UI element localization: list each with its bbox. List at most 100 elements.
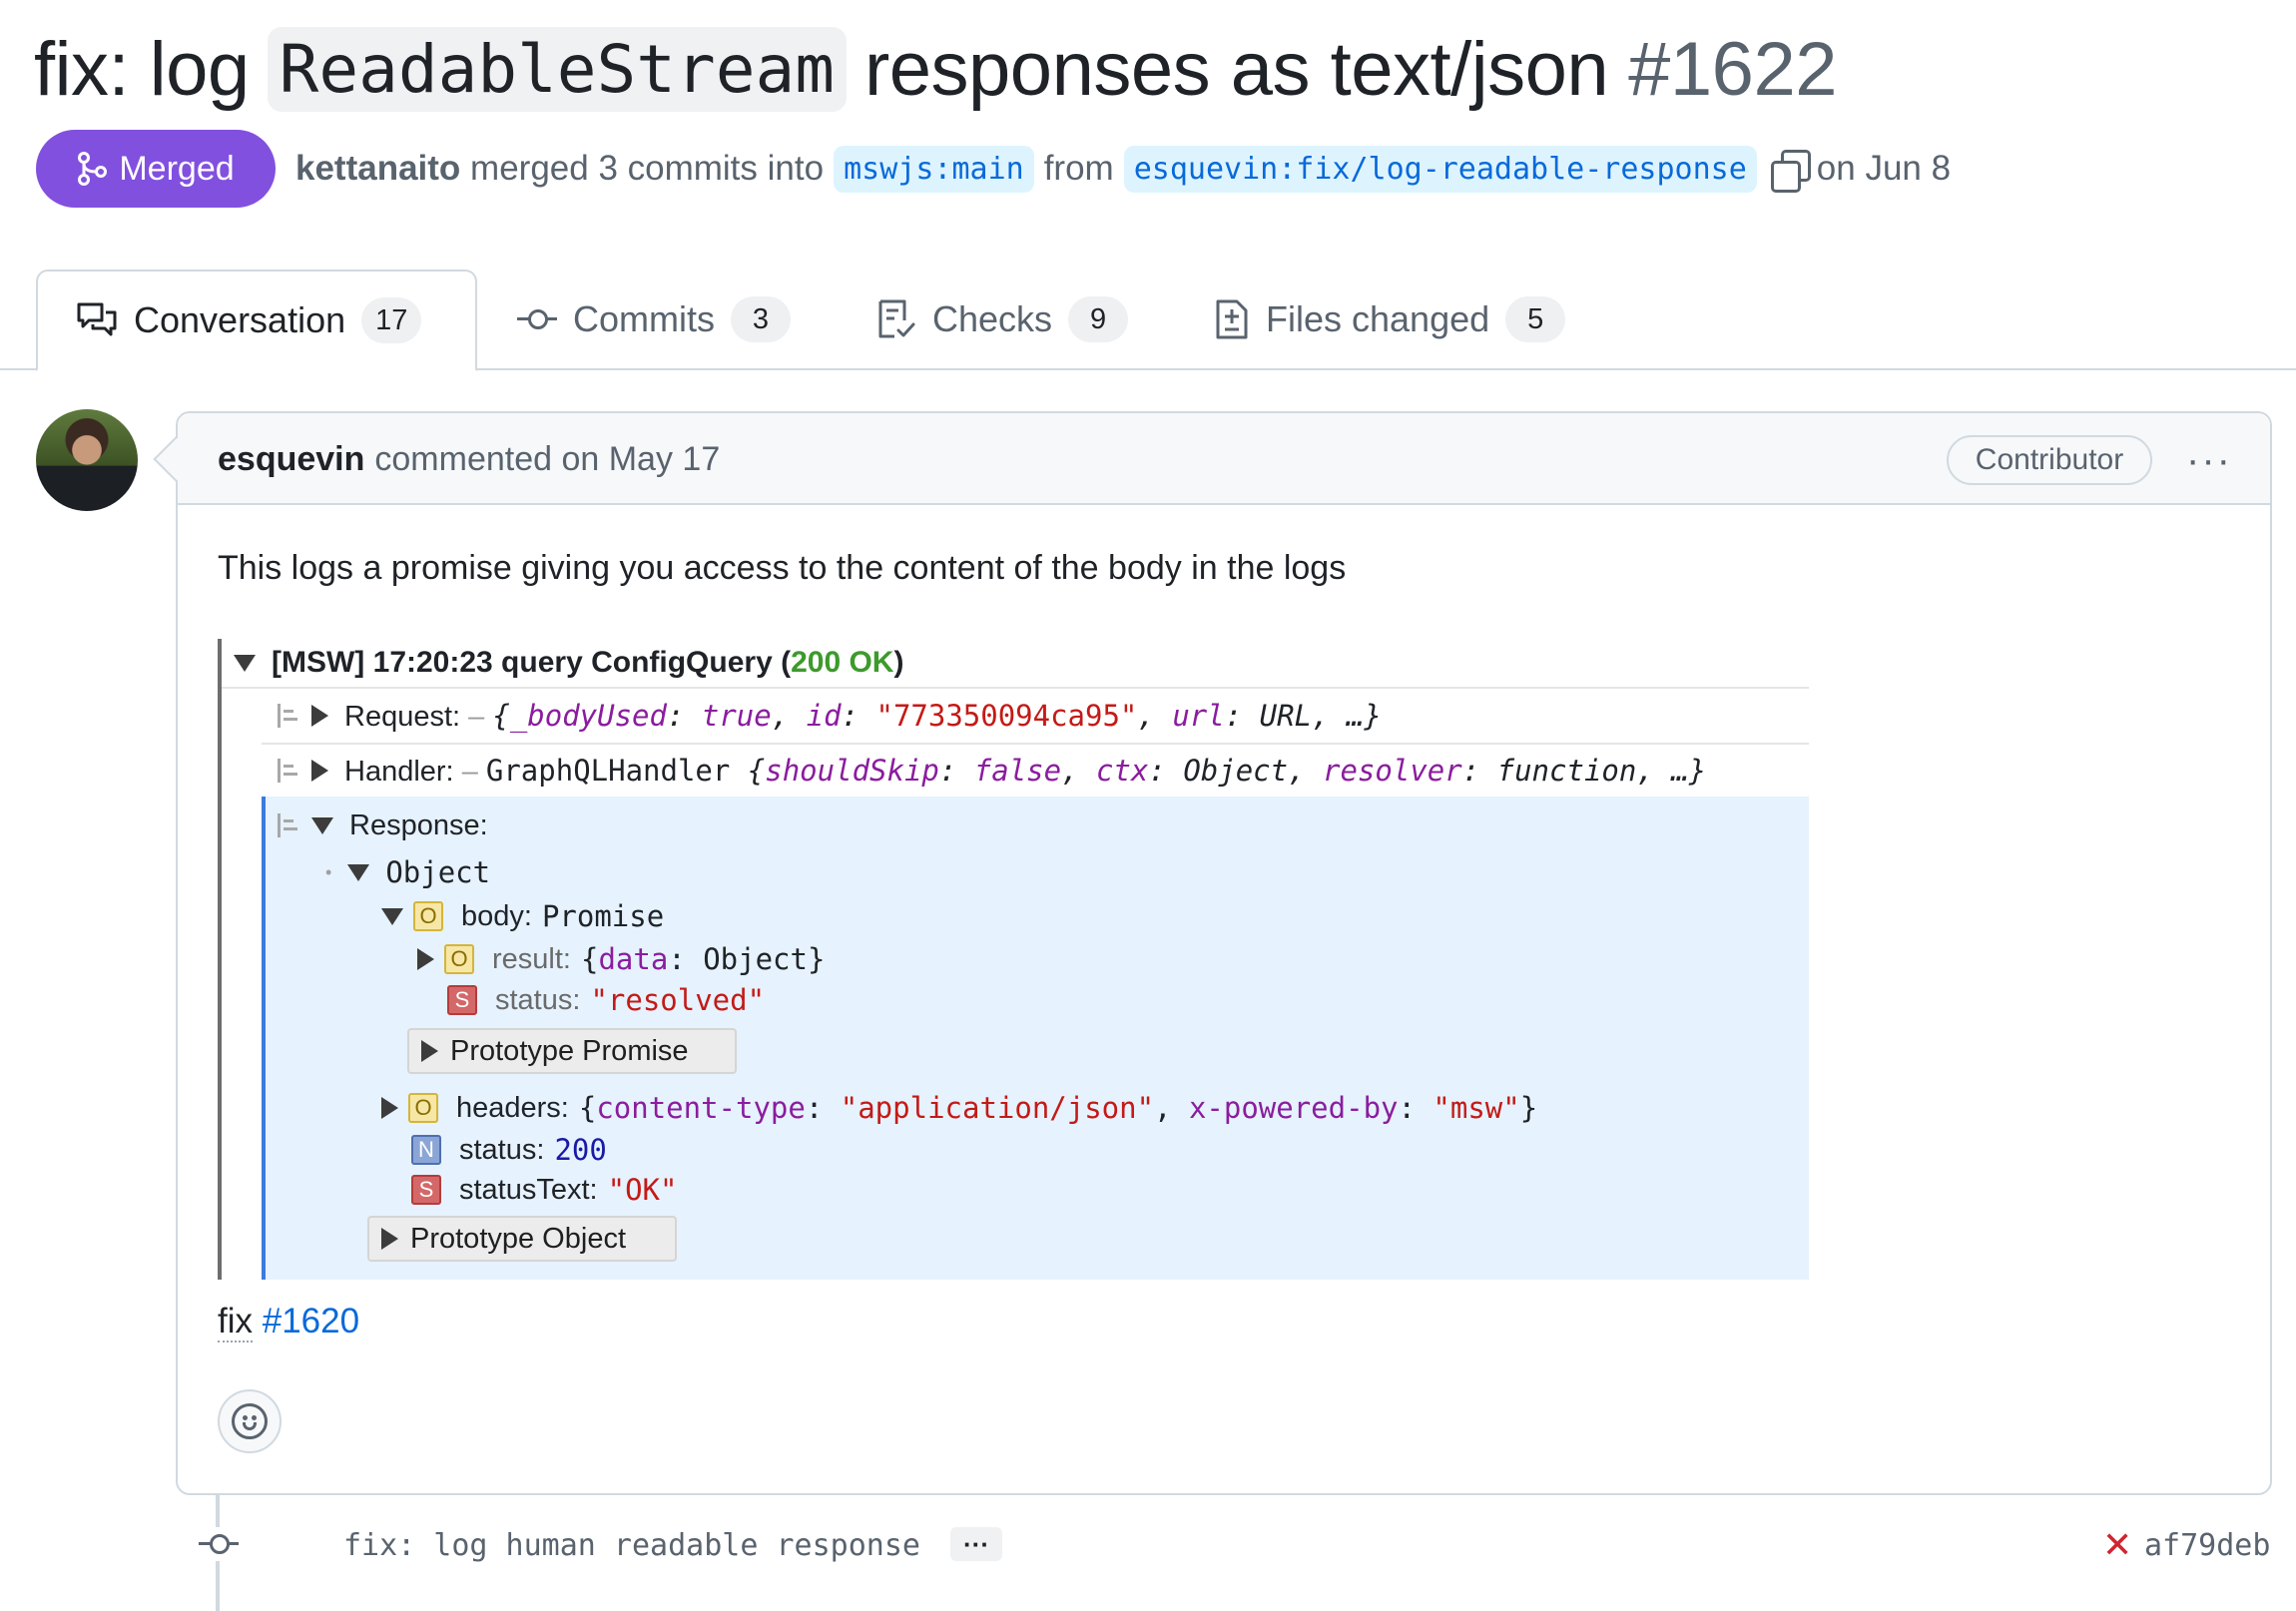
handler-label: Handler: — [344, 756, 454, 788]
handler-rest: , …} — [1636, 754, 1706, 788]
issue-link[interactable]: #1620 — [263, 1302, 359, 1341]
console-result-row: O result: {data: Object} — [222, 938, 1809, 980]
console-handler-row: Handler: – GraphQLHandler {shouldSkip: f… — [222, 745, 1809, 797]
log-group-icon — [278, 813, 295, 837]
tab-commits-count: 3 — [731, 296, 791, 342]
headers-key-1: content-type — [596, 1091, 806, 1125]
tab-conversation-label: Conversation — [134, 299, 345, 341]
result-key: result: — [492, 943, 571, 976]
base-branch[interactable]: mswjs:main — [834, 146, 1034, 193]
tab-checks-label: Checks — [932, 298, 1052, 340]
request-key-1: _bodyUsed — [510, 699, 667, 733]
request-rest: , …} — [1312, 699, 1382, 733]
result-data-value: Object — [703, 942, 808, 976]
head-branch[interactable]: esquevin:fix/log-readable-response — [1124, 146, 1757, 193]
string-type-icon: S — [411, 1175, 441, 1205]
caret-down-icon — [347, 864, 369, 881]
pr-title-prefix: fix: log — [34, 26, 250, 113]
commit-icon — [199, 1534, 239, 1554]
object-type-icon: O — [408, 1093, 438, 1123]
prototype-object-label: Prototype Object — [410, 1223, 626, 1256]
caret-right-icon — [381, 1228, 398, 1250]
request-preview: {_bodyUsed: true, id: "773350094ca95", u… — [492, 699, 1382, 733]
headers-value: {content-type: "application/json", x-pow… — [579, 1091, 1537, 1125]
handler-open: { — [748, 754, 765, 788]
status-resolved-value: "resolved" — [590, 983, 765, 1017]
comment-action[interactable]: commented on May 17 — [374, 440, 720, 479]
failed-check-icon[interactable]: ✕ — [2102, 1523, 2132, 1567]
fix-word: fix — [218, 1302, 253, 1342]
caret-down-icon — [311, 817, 333, 834]
object-type-icon: O — [444, 944, 474, 974]
console-body-row: O body: Promise — [222, 894, 1809, 938]
prototype-object-row[interactable]: Prototype Object — [367, 1216, 677, 1262]
from-text: from — [1044, 149, 1114, 189]
copy-icon[interactable] — [1771, 150, 1807, 188]
pr-number: #1622 — [1628, 26, 1837, 113]
timeline-commit-marker — [198, 1527, 240, 1561]
checklist-icon — [876, 298, 916, 340]
request-key-3: url — [1172, 699, 1224, 733]
status-resolved-key: status: — [495, 984, 580, 1017]
console-request-row: Request: – {_bodyUsed: true, id: "773350… — [222, 689, 1809, 743]
handler-key-2: ctx — [1096, 754, 1148, 788]
comment-author[interactable]: esquevin — [218, 440, 364, 479]
commit-sha[interactable]: af79deb — [2144, 1523, 2270, 1567]
handler-value-1: false — [974, 754, 1061, 788]
handler-dash: – — [462, 756, 478, 788]
merger-username[interactable]: kettanaito — [295, 149, 460, 189]
statustext-value: "OK" — [608, 1173, 678, 1207]
caret-right-icon — [311, 760, 328, 782]
body-value: Promise — [542, 899, 664, 933]
tab-conversation[interactable]: Conversation 17 — [36, 269, 477, 371]
kebab-menu-icon[interactable]: ··· — [2176, 435, 2242, 485]
console-statustext-row: S statusText: "OK" — [222, 1170, 1809, 1210]
tab-files-changed-count: 5 — [1505, 296, 1565, 342]
console-object-row: • Object — [222, 850, 1809, 894]
pr-title-suffix: responses as text/json — [864, 26, 1608, 113]
request-line: Request: – {_bodyUsed: true, id: "773350… — [344, 699, 1382, 734]
handler-value-3: function — [1497, 754, 1637, 788]
tab-checks[interactable]: Checks 9 — [839, 269, 1166, 369]
console-response-row: Response: — [222, 801, 1809, 850]
pr-meta: kettanaito merged 3 commits into mswjs:m… — [295, 130, 1951, 208]
caret-right-icon — [381, 1097, 398, 1119]
conversation-icon — [76, 300, 118, 340]
caret-down-icon — [381, 908, 403, 925]
handler-type: GraphQLHandler — [486, 754, 730, 788]
object-type-icon: O — [413, 901, 443, 931]
console-screenshot: [MSW] 17:20:23 query ConfigQuery (200 OK… — [218, 639, 1809, 1280]
handler-line: Handler: – GraphQLHandler {shouldSkip: f… — [344, 754, 1706, 789]
body-key: body: — [461, 900, 532, 933]
git-merge-icon — [77, 152, 107, 186]
status-value: 200 — [554, 1133, 606, 1167]
result-value: {data: Object} — [581, 942, 825, 976]
request-value-3: URL — [1260, 699, 1312, 733]
response-label: Response: — [349, 809, 488, 842]
request-dash: – — [468, 701, 484, 733]
commit-icon — [517, 309, 557, 329]
response-object: Object — [385, 855, 490, 889]
fix-reference: fix #1620 — [218, 1302, 359, 1342]
result-open: { — [581, 942, 598, 976]
merged-label: Merged — [119, 150, 234, 189]
pr-tabs: Conversation 17 Commits 3 Checks 9 Files… — [0, 269, 2296, 369]
tab-files-changed-label: Files changed — [1266, 298, 1489, 340]
tab-files-changed[interactable]: Files changed 5 — [1176, 269, 1603, 369]
avatar[interactable] — [36, 409, 138, 511]
commit-expand-button[interactable]: ··· — [950, 1527, 1002, 1561]
prototype-promise-row[interactable]: Prototype Promise — [407, 1028, 737, 1074]
tab-commits-label: Commits — [573, 298, 715, 340]
request-label: Request: — [344, 701, 460, 733]
console-status-resolved-row: S status: "resolved" — [222, 980, 1809, 1020]
pr-title-code: ReadableStream — [268, 27, 847, 112]
tab-commits[interactable]: Commits 3 — [479, 269, 829, 369]
caret-right-icon — [421, 1040, 438, 1062]
headers-value-1: "application/json" — [841, 1091, 1154, 1125]
merge-date: on Jun 8 — [1817, 149, 1951, 189]
comment-card: esquevin commented on May 17 Contributor… — [176, 411, 2272, 1495]
commit-message[interactable]: fix: log human readable response — [343, 1523, 920, 1567]
add-reaction-button[interactable] — [218, 1389, 282, 1453]
merged-state-badge: Merged — [36, 130, 276, 208]
number-type-icon: N — [411, 1135, 441, 1165]
